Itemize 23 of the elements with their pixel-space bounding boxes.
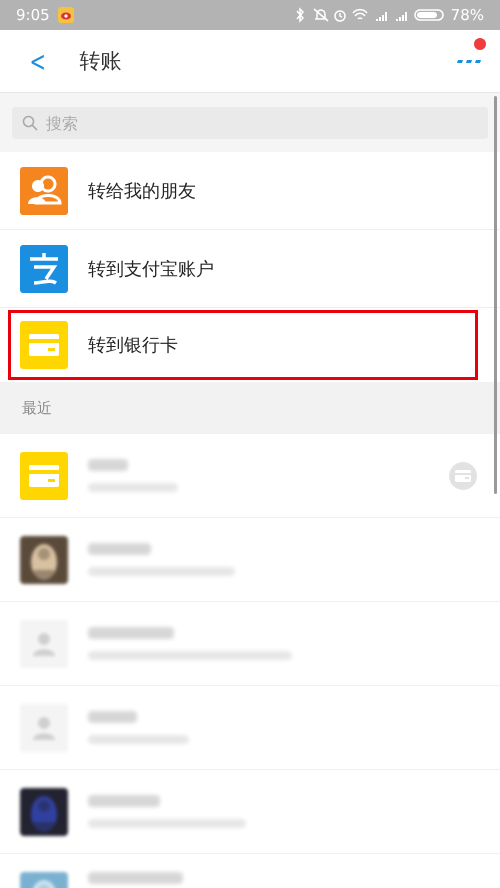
menu-item[interactable]: 转到支付宝账户 (0, 230, 500, 308)
search-icon (22, 115, 38, 131)
app-notification-icon (58, 7, 74, 23)
page-title: 转账 (79, 48, 122, 75)
blurred-name (88, 543, 151, 555)
blurred-name (88, 711, 137, 723)
scrollbar[interactable] (494, 96, 497, 494)
status-time: 9:05 (16, 6, 50, 24)
bank-card-icon[interactable] (448, 460, 478, 490)
blurred-name (88, 795, 160, 807)
menu-item-label: 转给我的朋友 (88, 180, 196, 202)
menu-item[interactable]: 转给我的朋友 (0, 152, 500, 230)
search-field[interactable]: 搜索 (12, 107, 488, 139)
battery-percent: 78% (450, 6, 484, 24)
menu-item-label: 转到支付宝账户 (88, 258, 214, 280)
highlighted-menu-item[interactable]: 转到银行卡 (8, 310, 478, 380)
blurred-name (88, 459, 128, 471)
people-icon (20, 166, 68, 214)
payment-logo-icon (20, 244, 68, 292)
more-icon (456, 57, 482, 65)
section-title: 最近 (22, 398, 52, 418)
menu-item-label: 转到银行卡 (88, 334, 178, 357)
bank-card-icon (20, 321, 68, 369)
